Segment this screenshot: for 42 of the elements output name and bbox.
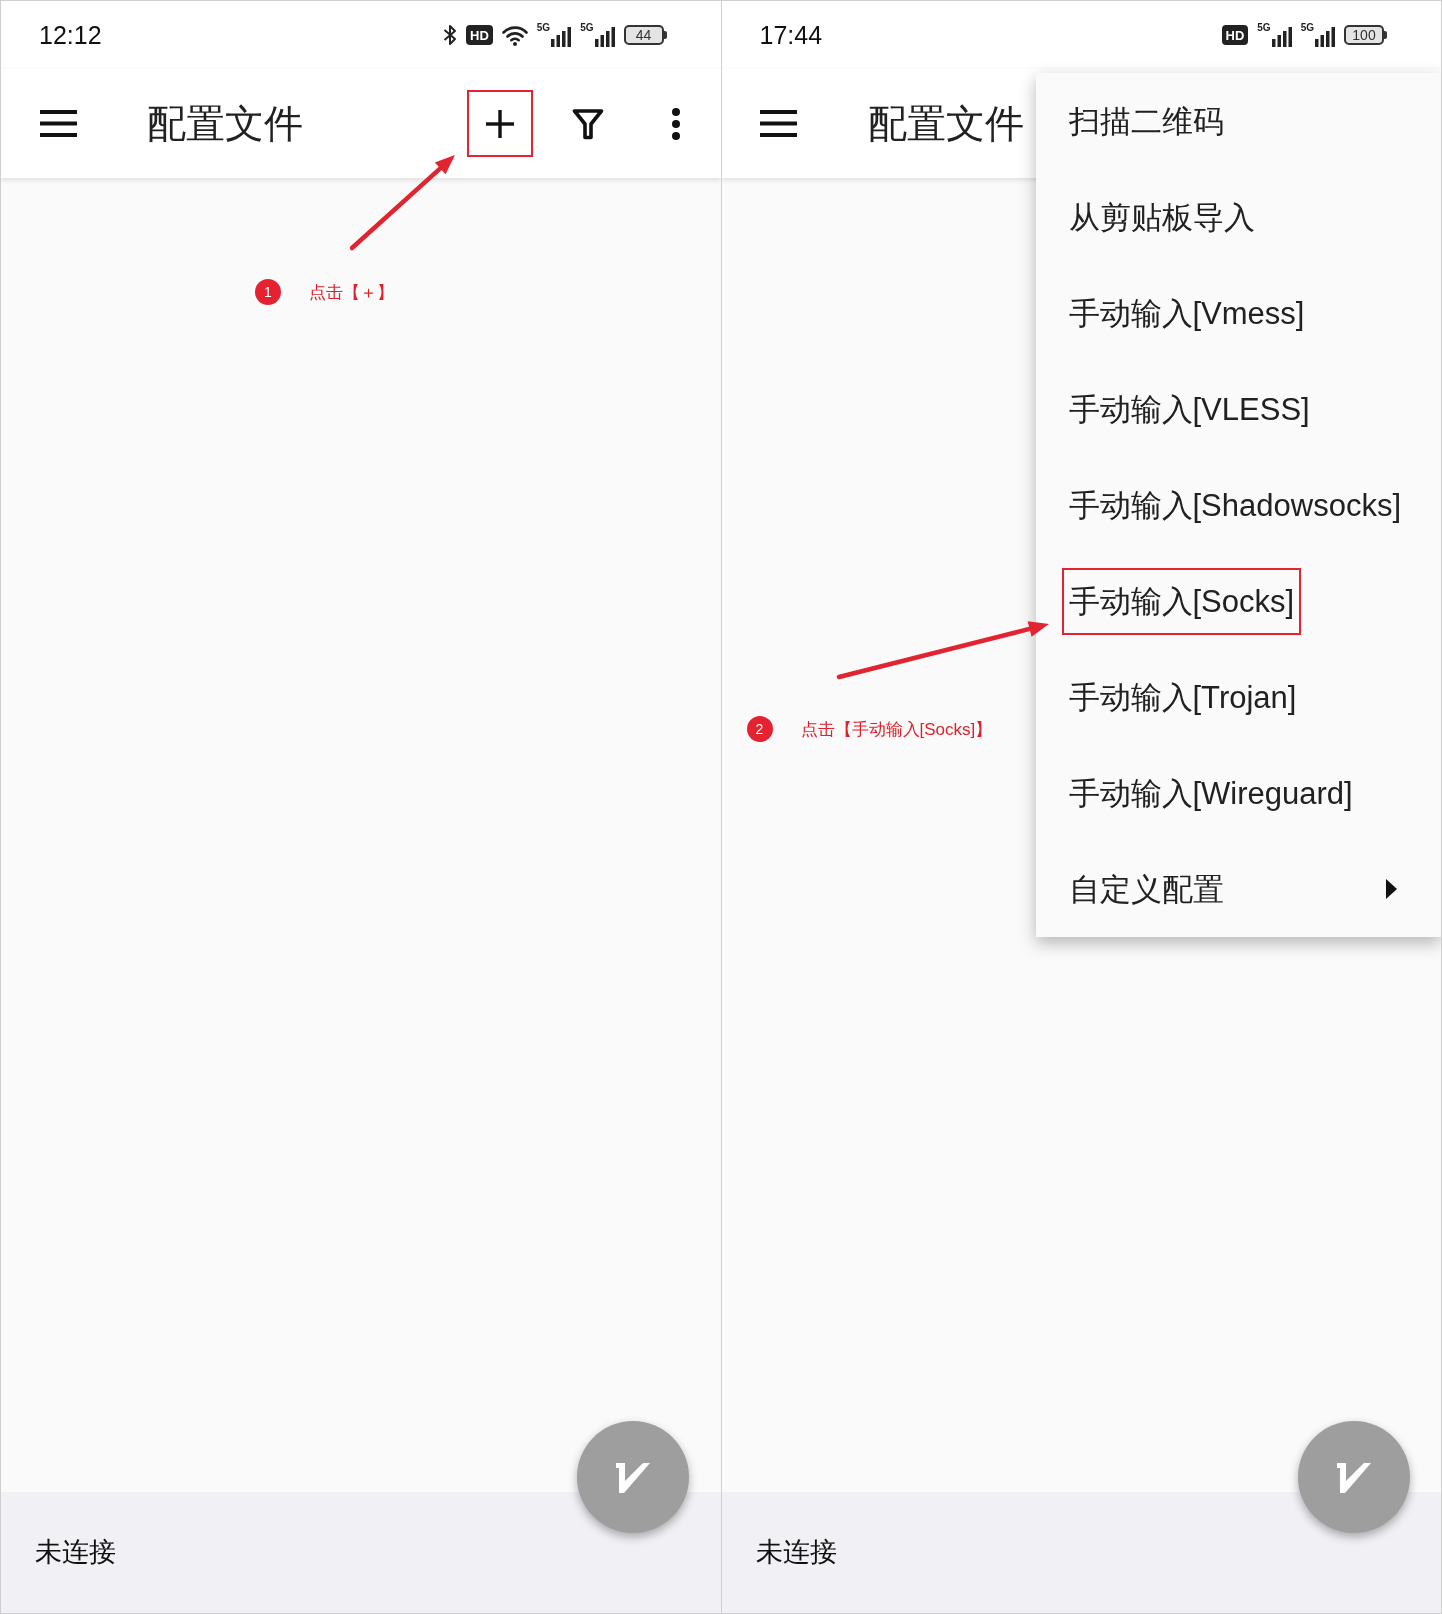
battery-indicator: 44 (623, 25, 667, 45)
hd-indicator: HD (466, 25, 493, 45)
v-mark-icon (1336, 1461, 1371, 1493)
hd-indicator: HD (1221, 25, 1249, 45)
network-type-label: 5G (1257, 23, 1271, 33)
signal-bars-icon (1271, 27, 1292, 47)
network-type-label: 5G (1300, 23, 1314, 33)
toolbar-title: 配置文件 (867, 104, 1024, 143)
menu-button[interactable] (759, 108, 798, 139)
submenu-arrow-icon (1386, 879, 1397, 899)
menu-item[interactable]: 从剪贴板导入 (1061, 183, 1262, 251)
menu-item[interactable]: 手动输入[Vmess] (1061, 279, 1312, 347)
menu-button[interactable] (39, 108, 77, 139)
more-options-icon (671, 107, 680, 140)
network-type-label: 5G (580, 23, 594, 33)
annotation-text: 点击【手动输入[Socks]】 (800, 720, 993, 738)
menu-item[interactable]: 手动输入[Shadowsocks] (1061, 471, 1408, 539)
connection-status: 未连接 (35, 1539, 116, 1566)
menu-icon (39, 110, 77, 137)
wifi-icon (501, 24, 528, 46)
menu-item[interactable]: 扫描二维码 (1061, 87, 1231, 155)
filter-icon (571, 107, 604, 140)
bluetooth-icon (443, 24, 458, 46)
toolbar-title: 配置文件 (147, 104, 303, 143)
add-button[interactable] (466, 90, 533, 157)
menu-item[interactable]: 手动输入[Wireguard] (1061, 759, 1360, 827)
menu-item[interactable]: 自定义配置 (1061, 855, 1231, 923)
battery-indicator: 100 (1344, 25, 1387, 45)
network-type-label: 5G (536, 23, 551, 33)
signal-bars-icon (551, 27, 572, 47)
connection-status: 未连接 (755, 1539, 837, 1566)
menu-item[interactable]: 手动输入[VLESS] (1061, 375, 1317, 443)
signal-bars-icon (594, 27, 615, 47)
status-time: 17:44 (759, 22, 823, 48)
status-time: 12:12 (39, 22, 102, 48)
menu-icon (760, 110, 797, 137)
plus-icon (485, 109, 514, 138)
signal-bars-icon (1315, 27, 1335, 47)
v-mark-icon (616, 1461, 650, 1493)
menu-item[interactable]: 手动输入[Trojan] (1061, 663, 1304, 731)
annotation-text: 点击【＋】 (309, 283, 394, 301)
menu-item[interactable]: 手动输入[Socks] (1061, 567, 1302, 635)
